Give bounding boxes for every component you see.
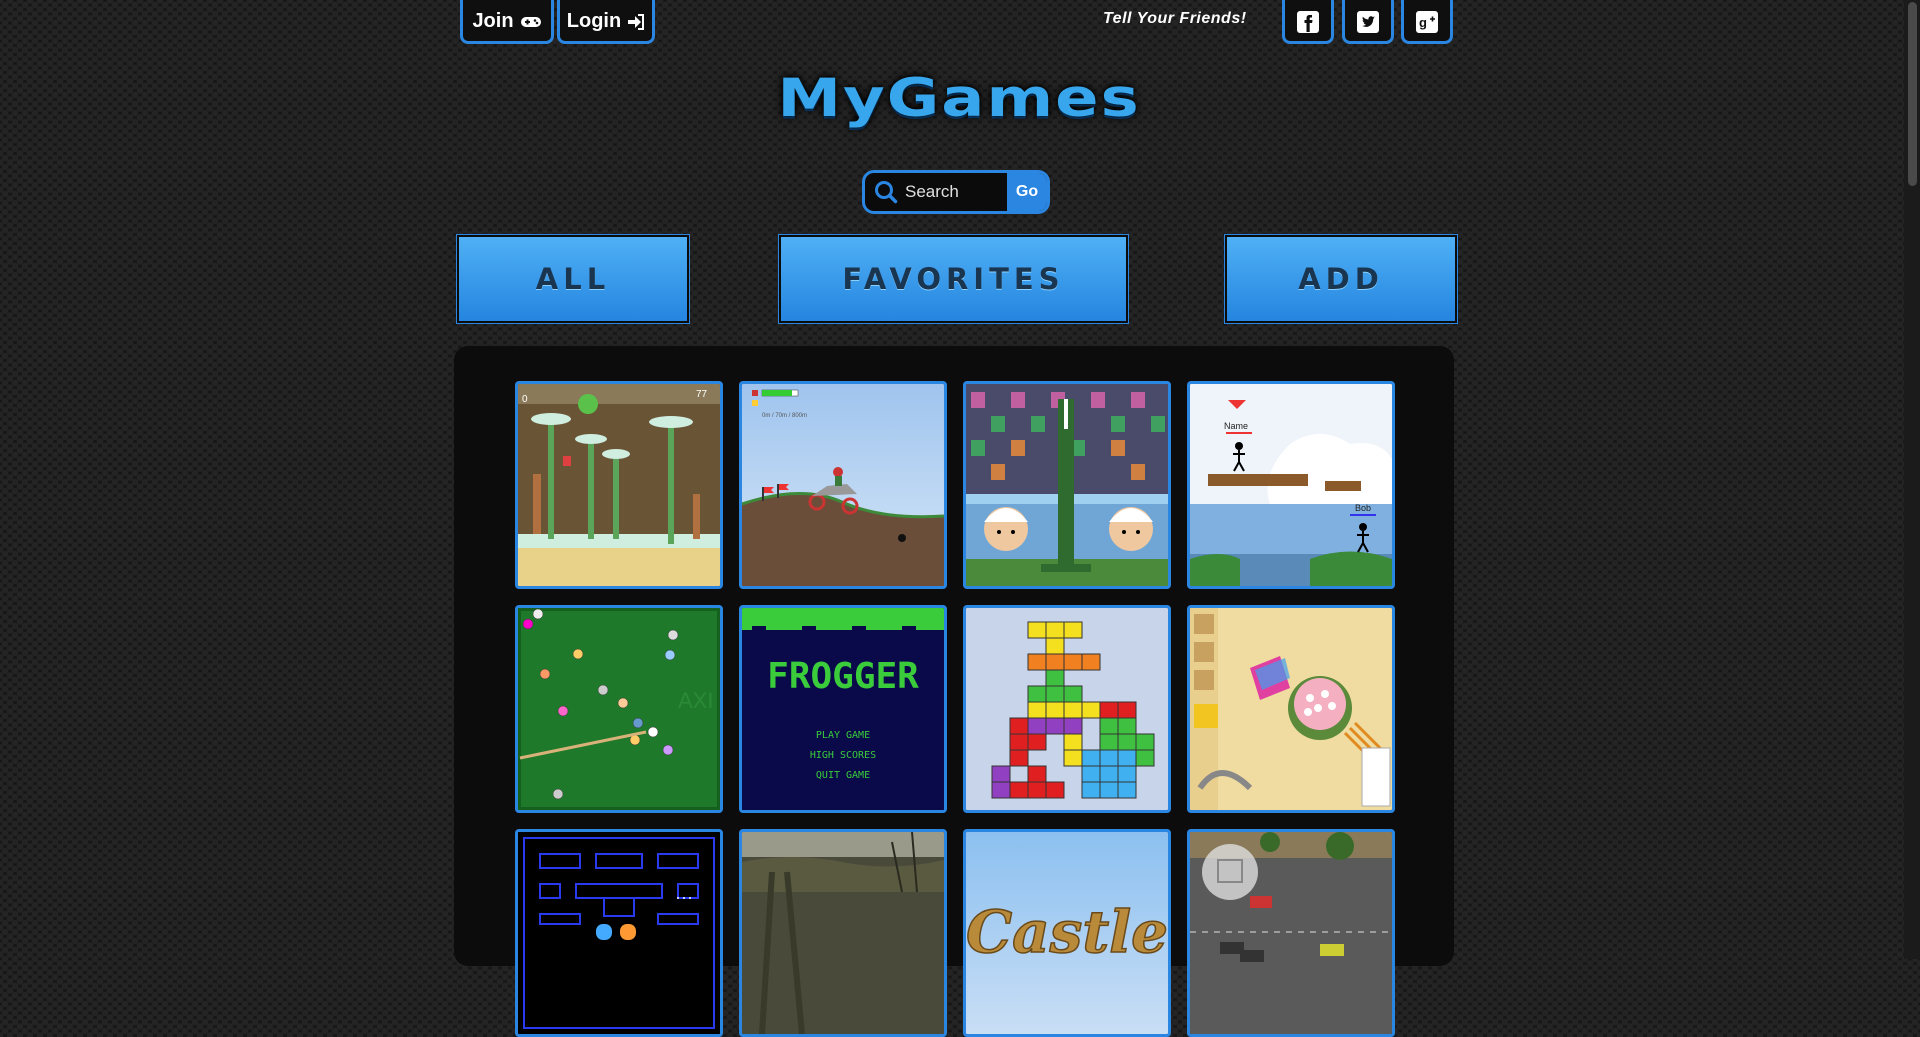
hill-racer-distance: 0m / 70m / 800m [762, 413, 807, 419]
frogger-menu-quit: QUIT GAME [816, 770, 870, 781]
gamepad-icon [520, 15, 542, 29]
scrollbar-thumb[interactable] [1908, 2, 1917, 186]
game-tile-hill-racer[interactable]: 0m / 70m / 800m [739, 381, 947, 589]
game-tile-stick-platformer[interactable]: Name Bob [1187, 381, 1395, 589]
frogger-menu-play: PLAY GAME [816, 730, 870, 741]
google-plus-icon: g [1415, 10, 1439, 34]
facebook-button[interactable] [1282, 0, 1334, 44]
page-scrollbar[interactable] [1904, 0, 1920, 959]
game-tile-blocks[interactable] [963, 605, 1171, 813]
platformer-score: 0 [522, 394, 528, 405]
sign-in-icon [627, 13, 645, 30]
game-tile-parking[interactable] [1187, 829, 1395, 1037]
login-label: Login [566, 10, 622, 32]
twitter-button[interactable] [1342, 0, 1394, 44]
game-tile-forest-shooter[interactable] [739, 829, 947, 1037]
facebook-icon [1296, 10, 1320, 34]
game-tile-frogger[interactable]: FROGGER PLAY GAME HIGH SCORES QUIT GAME [739, 605, 947, 813]
game-tile-head-tennis[interactable] [963, 381, 1171, 589]
game-tile-pacman[interactable] [515, 829, 723, 1037]
game-tile-billiards[interactable]: AXI [515, 605, 723, 813]
favorites-button[interactable]: FAVORITES [779, 235, 1128, 323]
stick-player1-label: Name [1224, 421, 1248, 431]
stick-player2-label: Bob [1355, 503, 1371, 513]
search-go-button[interactable]: Go [1007, 173, 1047, 211]
billiards-watermark: AXI [678, 688, 713, 713]
frogger-menu-scores: HIGH SCORES [810, 750, 876, 761]
search-bar: Go [862, 170, 1050, 214]
twitter-icon [1356, 10, 1380, 34]
frogger-title: FROGGER [767, 656, 919, 697]
join-label: Join [472, 10, 514, 32]
all-button[interactable]: ALL [457, 235, 689, 323]
tell-friends-label: Tell Your Friends! [1103, 10, 1247, 27]
svg-text:g: g [1419, 15, 1427, 30]
site-logo[interactable]: MyGames [744, 69, 1174, 130]
search-icon [873, 179, 899, 205]
join-button[interactable]: Join [460, 0, 554, 44]
login-button[interactable]: Login [557, 0, 655, 44]
google-plus-button[interactable]: g [1401, 0, 1453, 44]
add-button[interactable]: ADD [1225, 235, 1457, 323]
game-tile-platformer[interactable]: 0 77 [515, 381, 723, 589]
game-tile-cake-puzzle[interactable] [1187, 605, 1395, 813]
game-tile-castle[interactable]: Castle [963, 829, 1171, 1037]
platformer-counter: 77 [696, 389, 708, 400]
search-input[interactable] [905, 182, 1001, 202]
castle-title: Castle [966, 898, 1168, 966]
